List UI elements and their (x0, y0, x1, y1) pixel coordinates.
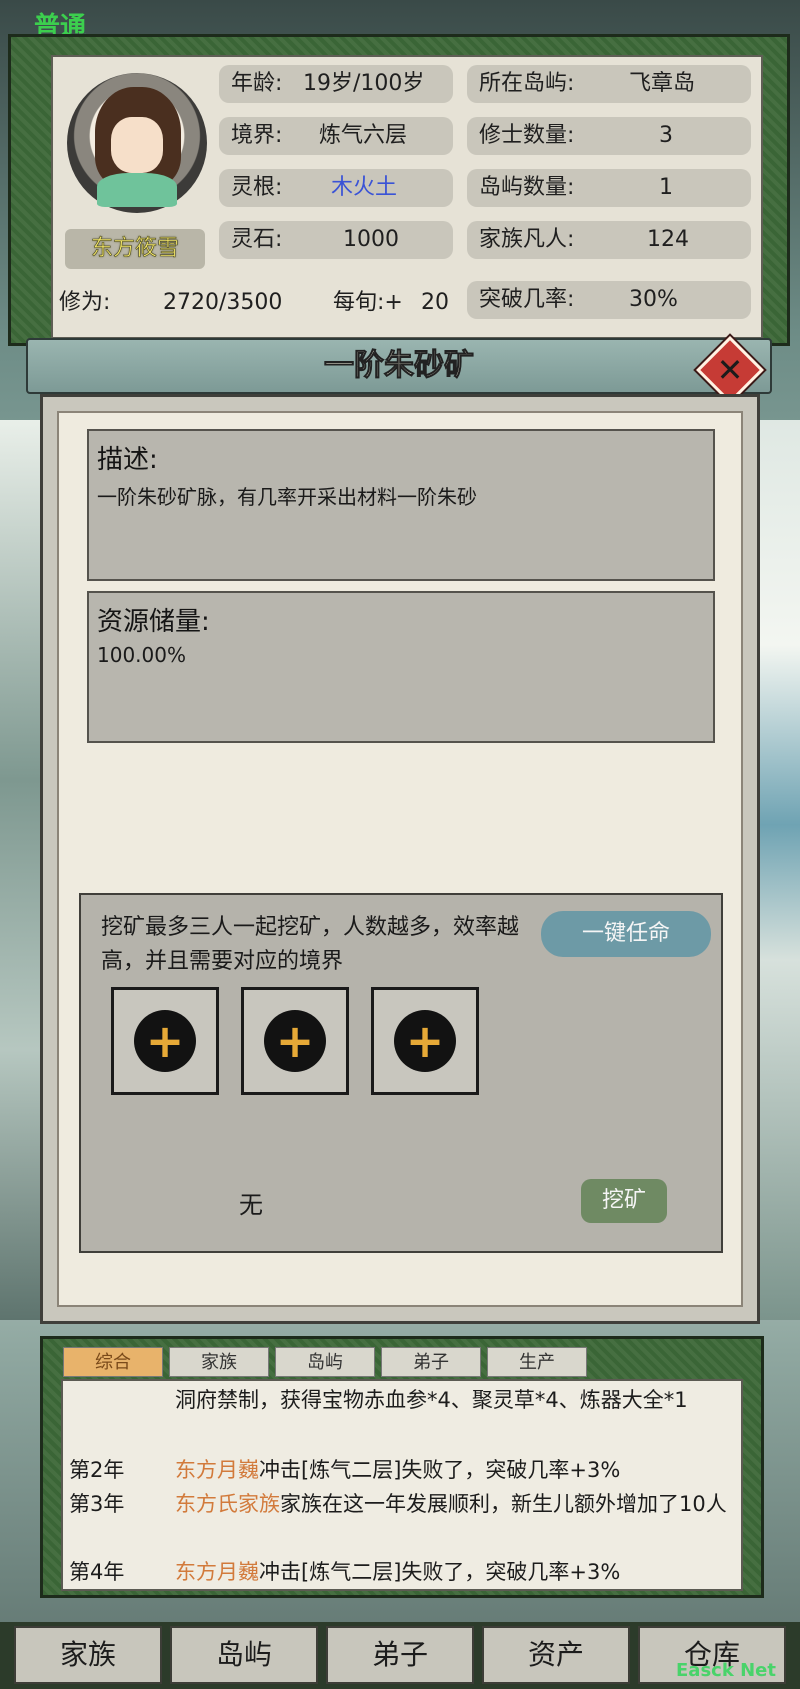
character-panel: 东方筱雪 年龄: 19岁/100岁 境界: 炼气六层 灵根: 木火土 灵石: 1… (8, 34, 790, 346)
stat-label: 岛屿数量: (479, 175, 575, 200)
plus-icon: + (275, 1014, 315, 1068)
reserve-label: 资源储量: (97, 607, 210, 637)
log-message: 冲击[炼气二层]失败了，突破几率+3% (259, 1560, 621, 1584)
watermark: Easck Net (676, 1660, 776, 1681)
stat-value: 19岁/100岁 (303, 71, 425, 96)
stat-linggen: 灵根: 木火土 (219, 169, 453, 207)
auto-assign-button[interactable]: 一键任命 (541, 911, 711, 957)
tab-family[interactable]: 家族 (169, 1347, 269, 1377)
log-message: 家族在这一年发展顺利，新生儿额外增加了10人 (280, 1492, 727, 1516)
stat-label: 突破几率: (479, 287, 575, 312)
cultivation-rate-value: 20 (421, 290, 449, 315)
stat-islands: 岛屿数量: 1 (467, 169, 751, 207)
description-label: 描述: (97, 445, 158, 475)
log-highlight: 东方月巍 (175, 1560, 259, 1584)
cultivation-row: 修为: 2720/3500 每旬:+ 20 (53, 283, 473, 323)
stat-value: 3 (659, 123, 673, 148)
log-panel: 综合 家族 岛屿 弟子 生产 洞府禁制，获得宝物赤血参*4、聚灵草*4、炼器大全… (40, 1336, 764, 1598)
plus-icon: + (405, 1014, 445, 1068)
nav-island[interactable]: 岛屿 (170, 1626, 318, 1684)
log-message: 洞府禁制，获得宝物赤血参*4、聚灵草*4、炼器大全*1 (175, 1388, 688, 1412)
log-year: 第4年 (69, 1560, 125, 1584)
reserve-section: 资源储量: 100.00% (87, 591, 715, 743)
portrait-clothes (97, 173, 177, 207)
cultivation-label: 修为: (59, 290, 111, 315)
mine-button[interactable]: 挖矿 (581, 1179, 667, 1223)
task-description: 挖矿最多三人一起挖矿，人数越多，效率越高，并且需要对应的境界 (101, 915, 520, 974)
stat-value: 飞章岛 (629, 71, 696, 96)
log-year: 第3年 (69, 1492, 125, 1516)
log-year: 第2年 (69, 1458, 125, 1482)
stat-cultivators: 修士数量: 3 (467, 117, 751, 155)
description-text: 一阶朱砂矿脉，有几率开采出材料一阶朱砂 (97, 485, 477, 509)
log-highlight: 东方月巍 (175, 1458, 259, 1482)
cultivation-value: 2720/3500 (163, 290, 283, 315)
character-portrait[interactable] (67, 73, 207, 213)
dialog-title-bar: 一阶朱砂矿 (26, 338, 772, 394)
mine-dialog: 描述: 一阶朱砂矿脉，有几率开采出材料一阶朱砂 资源储量: 100.00% 挖矿… (40, 394, 760, 1324)
dialog-title: 一阶朱砂矿 (324, 348, 475, 384)
log-message: 冲击[炼气二层]失败了，突破几率+3% (259, 1458, 621, 1482)
close-icon: ✕ (716, 351, 744, 389)
stat-label: 境界: (231, 123, 283, 148)
stat-age: 年龄: 19岁/100岁 (219, 65, 453, 103)
cultivation-rate-label: 每旬:+ (333, 290, 403, 315)
stat-spirit-stone: 灵石: 1000 (219, 221, 453, 259)
character-name: 东方筱雪 (65, 229, 205, 269)
log-text: 洞府禁制，获得宝物赤血参*4、聚灵草*4、炼器大全*1 (175, 1383, 735, 1417)
description-section: 描述: 一阶朱砂矿脉，有几率开采出材料一阶朱砂 (87, 429, 715, 581)
assignee-label: 无 (239, 1191, 263, 1219)
stat-label: 年龄: (231, 71, 283, 96)
stat-realm: 境界: 炼气六层 (219, 117, 453, 155)
stat-mortals: 家族凡人: 124 (467, 221, 751, 259)
tab-island[interactable]: 岛屿 (275, 1347, 375, 1377)
log-text: 东方氏家族家族在这一年发展顺利，新生儿额外增加了10人 (175, 1487, 735, 1521)
stat-label: 灵根: (231, 175, 283, 200)
stat-value: 炼气六层 (319, 123, 408, 148)
tab-production[interactable]: 生产 (487, 1347, 587, 1377)
tab-disciples[interactable]: 弟子 (381, 1347, 481, 1377)
portrait-face (111, 117, 163, 173)
reserve-value: 100.00% (97, 643, 186, 667)
stat-value: 1000 (343, 227, 399, 252)
stat-island: 所在岛屿: 飞章岛 (467, 65, 751, 103)
plus-icon: + (145, 1014, 185, 1068)
mining-task-panel: 挖矿最多三人一起挖矿，人数越多，效率越高，并且需要对应的境界 一键任命 + + … (79, 893, 723, 1253)
tab-general[interactable]: 综合 (63, 1347, 163, 1377)
stat-label: 家族凡人: (479, 227, 575, 252)
log-highlight: 东方氏家族 (175, 1492, 280, 1516)
log-list[interactable]: 洞府禁制，获得宝物赤血参*4、聚灵草*4、炼器大全*1 第2年 东方月巍冲击[炼… (61, 1379, 743, 1591)
stat-breakthrough: 突破几率: 30% (467, 281, 751, 319)
stat-value: 1 (659, 175, 673, 200)
dialog-body: 描述: 一阶朱砂矿脉，有几率开采出材料一阶朱砂 资源储量: 100.00% 挖矿… (57, 411, 743, 1307)
stat-value: 124 (647, 227, 689, 252)
worker-slot-2[interactable]: + (241, 987, 349, 1095)
stat-label: 灵石: (231, 227, 283, 252)
stat-label: 修士数量: (479, 123, 575, 148)
stat-value: 30% (629, 287, 678, 312)
character-card: 东方筱雪 年龄: 19岁/100岁 境界: 炼气六层 灵根: 木火土 灵石: 1… (51, 55, 763, 339)
log-text: 东方月巍冲击[炼气二层]失败了，突破几率+3% (175, 1555, 735, 1589)
worker-slot-1[interactable]: + (111, 987, 219, 1095)
stat-value: 木火土 (331, 175, 398, 200)
nav-disciples[interactable]: 弟子 (326, 1626, 474, 1684)
nav-assets[interactable]: 资产 (482, 1626, 630, 1684)
stat-label: 所在岛屿: (479, 71, 575, 96)
nav-family[interactable]: 家族 (14, 1626, 162, 1684)
log-text: 东方月巍冲击[炼气二层]失败了，突破几率+3% (175, 1453, 735, 1487)
worker-slot-3[interactable]: + (371, 987, 479, 1095)
